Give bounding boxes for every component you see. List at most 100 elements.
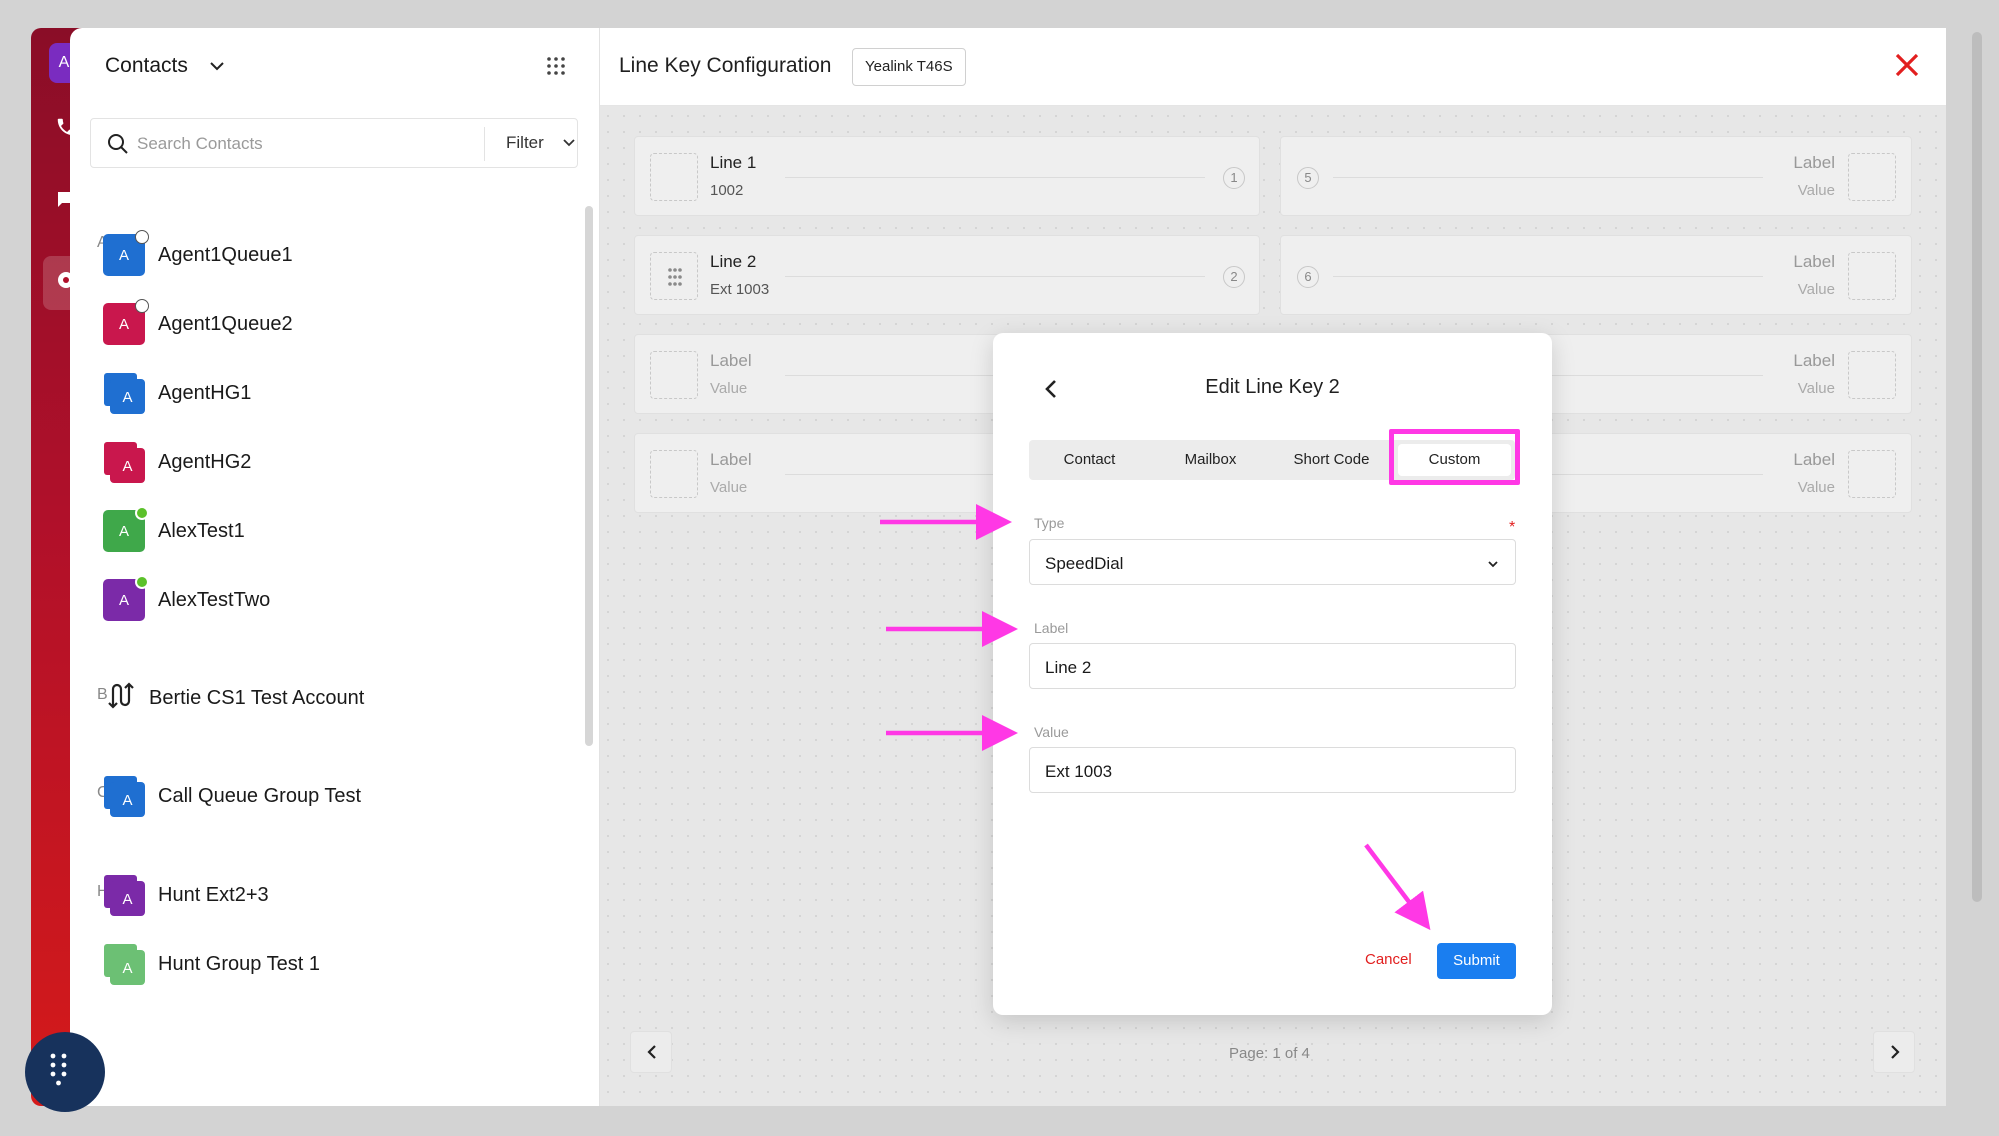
line-key-left[interactable]: Line 1 1002 1	[634, 136, 1260, 216]
route-icon	[108, 681, 134, 711]
dialpad-icon	[50, 1053, 67, 1086]
contact-row[interactable]: A AlexTest1	[103, 506, 543, 556]
key-value: Value	[1797, 182, 1835, 199]
contact-avatar: A	[103, 372, 145, 414]
contact-name: AgentHG1	[158, 382, 252, 404]
contact-row[interactable]: A AgentHG1	[103, 368, 543, 418]
line-key-right[interactable]: 5 Label Value	[1280, 136, 1912, 216]
key-number: 2	[1223, 266, 1245, 288]
key-divider	[1333, 177, 1763, 178]
prev-page-button[interactable]	[630, 1031, 672, 1073]
edit-line-key-modal: Edit Line Key 2 Contact Mailbox Short Co…	[993, 333, 1552, 1015]
contact-name: Call Queue Group Test	[158, 785, 362, 807]
key-label: Label	[1793, 351, 1835, 370]
tab-short-code[interactable]: Short Code	[1271, 440, 1392, 480]
chevron-left-icon	[647, 1045, 656, 1059]
contact-name: AlexTestTwo	[158, 589, 271, 611]
drag-grip-icon	[668, 268, 682, 286]
close-icon[interactable]	[1894, 52, 1920, 78]
contact-row[interactable]: A Agent1Queue1	[103, 230, 543, 280]
key-drag-handle[interactable]	[1848, 450, 1896, 498]
contact-row[interactable]: A AgentHG2	[103, 437, 543, 487]
value-input-value: Ext 1003	[1045, 762, 1113, 781]
contact-name: Agent1Queue1	[158, 244, 293, 266]
required-indicator: *	[1509, 519, 1516, 536]
key-divider	[785, 177, 1205, 178]
key-label: Line 2	[710, 252, 757, 271]
contacts-title[interactable]: Contacts	[105, 54, 188, 78]
key-value: Value	[1797, 380, 1835, 397]
contact-avatar: A	[103, 441, 145, 483]
label-input[interactable]: Line 2	[1029, 643, 1516, 689]
key-value: Value	[1797, 479, 1835, 496]
tab-mailbox[interactable]: Mailbox	[1150, 440, 1271, 480]
key-number: 6	[1297, 266, 1319, 288]
contact-name: AgentHG2	[158, 451, 252, 473]
contact-name: AlexTest1	[158, 520, 245, 542]
key-label: Label	[1793, 252, 1835, 271]
chevron-down-icon	[1488, 561, 1498, 568]
contact-row[interactable]: Bertie CS1 Test Account	[103, 673, 543, 723]
status-online-icon	[135, 506, 149, 520]
value-input[interactable]: Ext 1003	[1029, 747, 1516, 793]
line-key-left[interactable]: Line 2 Ext 1003 2	[634, 235, 1260, 315]
key-drag-handle[interactable]	[650, 153, 698, 201]
key-drag-handle[interactable]	[650, 351, 698, 399]
contacts-header: Contacts	[70, 28, 599, 106]
search-input[interactable]	[137, 131, 437, 157]
contact-row[interactable]: A Hunt Group Test 1	[103, 939, 543, 989]
type-select[interactable]: SpeedDial	[1029, 539, 1516, 585]
key-value: Value	[710, 479, 748, 496]
key-label: Line 1	[710, 153, 757, 172]
contact-avatar: A	[103, 299, 149, 345]
search-icon	[108, 134, 128, 154]
key-number: 1	[1223, 167, 1245, 189]
next-page-button[interactable]	[1873, 1031, 1915, 1073]
line-key-right[interactable]: 6 Label Value	[1280, 235, 1912, 315]
label-input-value: Line 2	[1045, 658, 1092, 677]
dialpad-button[interactable]	[25, 1032, 105, 1112]
value-field-label: Value	[1034, 724, 1069, 740]
chevron-down-icon[interactable]	[208, 57, 226, 75]
contact-name: Hunt Group Test 1	[158, 953, 320, 975]
avatar-initial: A	[122, 792, 133, 809]
device-model-badge: Yealink T46S	[852, 48, 966, 86]
contacts-panel: Contacts Filter AAAgent1Queue1AAgent1Que…	[70, 28, 600, 1106]
contact-avatar: A	[103, 230, 149, 276]
type-field-label: Type	[1034, 515, 1065, 531]
key-value: Ext 1003	[710, 281, 770, 298]
apps-grid-icon[interactable]	[546, 56, 566, 76]
submit-button[interactable]: Submit	[1437, 943, 1516, 979]
contact-row[interactable]: A Agent1Queue2	[103, 299, 543, 349]
chevron-down-icon[interactable]	[562, 136, 576, 150]
avatar-initial: A	[122, 458, 133, 475]
contact-row[interactable]: A Hunt Ext2+3	[103, 870, 543, 920]
cancel-button[interactable]: Cancel	[1365, 951, 1412, 968]
avatar-initial: A	[122, 389, 133, 406]
chevron-right-icon	[1891, 1045, 1900, 1059]
key-label: Label	[1793, 450, 1835, 469]
avatar-initial: A	[122, 891, 133, 908]
key-drag-handle[interactable]	[1848, 153, 1896, 201]
search-divider	[484, 127, 485, 161]
contact-row[interactable]: A AlexTestTwo	[103, 575, 543, 625]
contact-name: Hunt Ext2+3	[158, 884, 269, 906]
contacts-scrollbar[interactable]	[585, 206, 593, 746]
filter-button[interactable]: Filter	[506, 133, 544, 153]
key-value: 1002	[710, 182, 744, 199]
key-label: Label	[1793, 153, 1835, 172]
contact-search-bar: Filter	[90, 118, 578, 168]
custom-tab-highlight-annotation	[1389, 429, 1520, 485]
label-field-label: Label	[1034, 620, 1069, 636]
key-drag-handle[interactable]	[1848, 252, 1896, 300]
key-drag-handle[interactable]	[650, 450, 698, 498]
key-divider	[785, 276, 1205, 277]
key-divider	[1333, 276, 1763, 277]
contact-row[interactable]: A Call Queue Group Test	[103, 771, 543, 821]
tab-contact[interactable]: Contact	[1029, 440, 1150, 480]
key-drag-handle[interactable]	[650, 252, 698, 300]
page-scrollbar[interactable]	[1972, 32, 1982, 902]
status-online-icon	[135, 575, 149, 589]
key-drag-handle[interactable]	[1848, 351, 1896, 399]
key-label: Label	[710, 351, 752, 370]
